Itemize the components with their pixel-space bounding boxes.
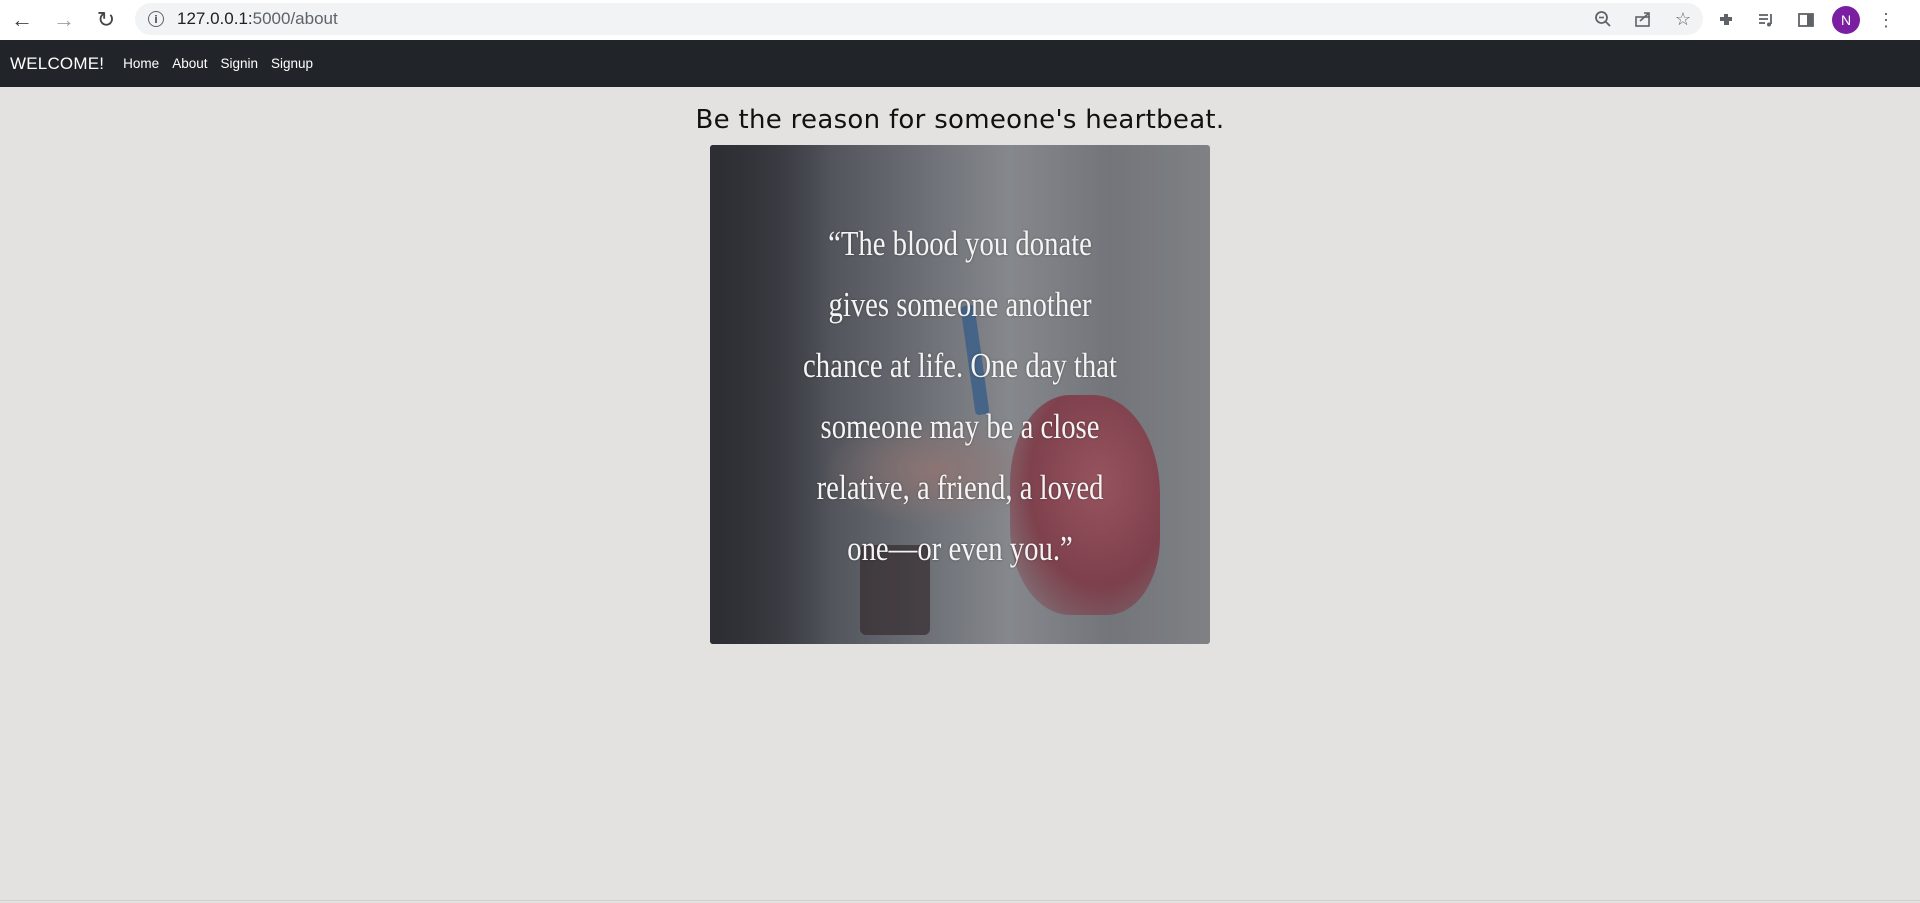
nav-link-home[interactable]: Home: [123, 56, 159, 71]
media-icon[interactable]: [1746, 4, 1786, 36]
divider: [0, 900, 1920, 901]
quote-line: someone may be a close: [820, 407, 1100, 446]
quote-line: chance at life. One day that: [803, 346, 1117, 385]
reload-icon[interactable]: ↻: [86, 4, 126, 36]
url-text[interactable]: 127.0.0.1:5000/about: [177, 9, 338, 29]
browser-toolbar: ← → ↻ i 127.0.0.1:5000/about ☆ N ⋮: [0, 0, 1920, 41]
url-path: 5000/about: [252, 9, 338, 28]
extensions-icon[interactable]: [1706, 4, 1746, 36]
share-icon[interactable]: [1623, 3, 1663, 35]
zoom-out-icon[interactable]: [1583, 3, 1623, 35]
quote-line: “The blood you donate: [828, 224, 1092, 263]
avatar[interactable]: N: [1832, 6, 1860, 34]
menu-icon[interactable]: ⋮: [1866, 4, 1906, 36]
side-panel-icon[interactable]: [1786, 4, 1826, 36]
navbar-brand[interactable]: WELCOME!: [10, 54, 104, 74]
forward-icon[interactable]: →: [44, 4, 84, 36]
nav-link-about[interactable]: About: [172, 56, 207, 71]
quote-line: relative, a friend, a loved: [816, 468, 1104, 507]
star-icon[interactable]: ☆: [1663, 3, 1703, 35]
nav-link-signup[interactable]: Signup: [271, 56, 313, 71]
page-headline: Be the reason for someone's heartbeat.: [695, 105, 1225, 135]
quote-line: one—or even you.”: [847, 529, 1073, 568]
info-icon[interactable]: i: [148, 11, 164, 27]
address-bar[interactable]: i 127.0.0.1:5000/about ☆: [135, 3, 1703, 35]
url-host: 127.0.0.1:: [177, 9, 253, 28]
nav-link-signin[interactable]: Signin: [220, 56, 258, 71]
blood-donation-image: “The blood you donate gives someone anot…: [710, 145, 1210, 644]
back-icon[interactable]: ←: [2, 4, 42, 36]
image-quote: “The blood you donate gives someone anot…: [755, 213, 1165, 579]
quote-line: gives someone another: [828, 285, 1092, 324]
site-navbar: WELCOME! Home About Signin Signup: [0, 40, 1920, 87]
